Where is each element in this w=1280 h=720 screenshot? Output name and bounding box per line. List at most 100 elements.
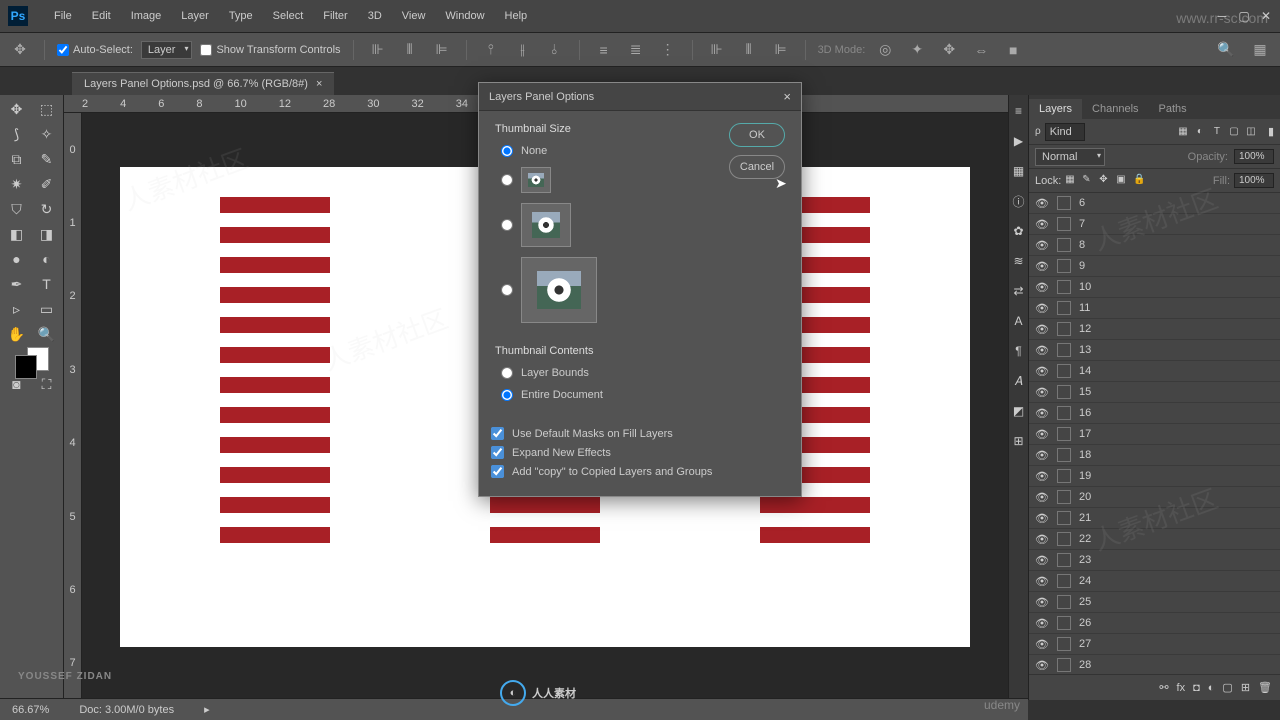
layer-row[interactable]: 👁7 <box>1029 214 1280 235</box>
filter-toggle-icon[interactable]: ▮ <box>1268 125 1274 138</box>
layer-row[interactable]: 👁17 <box>1029 424 1280 445</box>
panel-styles-icon[interactable]: ≋ <box>1011 253 1027 269</box>
filter-image-icon[interactable]: ▦ <box>1176 125 1190 139</box>
layer-row[interactable]: 👁10 <box>1029 277 1280 298</box>
delete-layer-icon[interactable]: 🗑 <box>1258 681 1272 694</box>
align-right-icon[interactable]: ⊫ <box>430 38 454 62</box>
move-tool-icon[interactable]: ✥ <box>8 38 32 62</box>
blend-mode-dropdown[interactable]: Normal <box>1035 148 1105 166</box>
move-tool-icon[interactable]: ✥ <box>2 97 31 121</box>
visibility-icon[interactable]: 👁 <box>1035 470 1049 483</box>
lock-all-icon[interactable]: 🔒 <box>1133 174 1147 188</box>
layers-list[interactable]: 👁6👁7👁8👁9👁10👁11👁12👁13👁14👁15👁16👁17👁18👁19👁2… <box>1029 193 1280 674</box>
layer-row[interactable]: 👁8 <box>1029 235 1280 256</box>
panel-char-icon[interactable]: A <box>1011 313 1027 329</box>
fill-input[interactable]: 100% <box>1234 173 1274 188</box>
align-center-icon[interactable]: ⫴ <box>398 38 422 62</box>
foreground-color[interactable] <box>15 355 37 379</box>
layer-bounds-radio[interactable] <box>501 367 513 379</box>
tab-close-icon[interactable]: × <box>316 78 322 90</box>
menu-help[interactable]: Help <box>495 10 538 22</box>
menu-view[interactable]: View <box>392 10 436 22</box>
distribute-v1-icon[interactable]: ⊪ <box>705 38 729 62</box>
visibility-icon[interactable]: 👁 <box>1035 554 1049 567</box>
document-tab[interactable]: Layers Panel Options.psd @ 66.7% (RGB/8#… <box>72 72 334 95</box>
color-swatches[interactable] <box>2 347 61 371</box>
visibility-icon[interactable]: 👁 <box>1035 512 1049 525</box>
pen-tool-icon[interactable]: ✒ <box>2 272 31 296</box>
layer-group-icon[interactable]: ▢ <box>1222 681 1232 694</box>
stamp-tool-icon[interactable]: ⛉ <box>2 197 31 221</box>
menu-image[interactable]: Image <box>121 10 172 22</box>
layer-row[interactable]: 👁6 <box>1029 193 1280 214</box>
zoom-level[interactable]: 66.67% <box>12 704 49 716</box>
opacity-input[interactable]: 100% <box>1234 149 1274 164</box>
eyedropper-tool-icon[interactable]: ✎ <box>32 147 61 171</box>
distribute-v2-icon[interactable]: ⫴ <box>737 38 761 62</box>
layer-fx-icon[interactable]: fx <box>1177 682 1186 694</box>
3d-zoom-icon[interactable]: ■ <box>1001 38 1025 62</box>
visibility-icon[interactable]: 👁 <box>1035 638 1049 651</box>
visibility-icon[interactable]: 👁 <box>1035 218 1049 231</box>
layer-row[interactable]: 👁25 <box>1029 592 1280 613</box>
visibility-icon[interactable]: 👁 <box>1035 449 1049 462</box>
panel-libraries-icon[interactable]: ▦ <box>1011 163 1027 179</box>
search-icon[interactable]: 🔍 <box>1214 38 1238 62</box>
tab-layers[interactable]: Layers <box>1029 99 1082 119</box>
layer-row[interactable]: 👁15 <box>1029 382 1280 403</box>
gradient-tool-icon[interactable]: ◨ <box>32 222 61 246</box>
visibility-icon[interactable]: 👁 <box>1035 344 1049 357</box>
new-layer-icon[interactable]: ⊞ <box>1241 681 1250 694</box>
layer-row[interactable]: 👁27 <box>1029 634 1280 655</box>
panel-color-icon[interactable]: ≡ <box>1011 103 1027 119</box>
visibility-icon[interactable]: 👁 <box>1035 428 1049 441</box>
visibility-icon[interactable]: 👁 <box>1035 659 1049 672</box>
panel-adjustments-icon[interactable]: ⓘ <box>1011 193 1027 209</box>
menu-3d[interactable]: 3D <box>358 10 392 22</box>
menu-window[interactable]: Window <box>435 10 494 22</box>
hand-tool-icon[interactable]: ✋ <box>2 322 31 346</box>
blur-tool-icon[interactable]: ● <box>2 247 31 271</box>
layer-row[interactable]: 👁19 <box>1029 466 1280 487</box>
menu-layer[interactable]: Layer <box>171 10 219 22</box>
lasso-tool-icon[interactable]: ⟆ <box>2 122 31 146</box>
filter-smart-icon[interactable]: ◫ <box>1244 125 1258 139</box>
doc-info[interactable]: Doc: 3.00M/0 bytes <box>79 704 174 716</box>
distribute-h2-icon[interactable]: ≣ <box>624 38 648 62</box>
align-bottom-icon[interactable]: ⫰ <box>543 38 567 62</box>
workspace-icon[interactable]: ▦ <box>1248 38 1272 62</box>
zoom-tool-icon[interactable]: 🔍 <box>32 322 61 346</box>
panel-brushes-icon[interactable]: ✿ <box>1011 223 1027 239</box>
align-left-icon[interactable]: ⊪ <box>366 38 390 62</box>
visibility-icon[interactable]: 👁 <box>1035 239 1049 252</box>
menu-type[interactable]: Type <box>219 10 263 22</box>
distribute-h3-icon[interactable]: ⋮ <box>656 38 680 62</box>
filter-shape-icon[interactable]: ▢ <box>1227 125 1241 139</box>
panel-para-icon[interactable]: ¶ <box>1011 343 1027 359</box>
visibility-icon[interactable]: 👁 <box>1035 596 1049 609</box>
3d-roll-icon[interactable]: ✦ <box>905 38 929 62</box>
align-top-icon[interactable]: ⫯ <box>479 38 503 62</box>
menu-edit[interactable]: Edit <box>82 10 121 22</box>
marquee-tool-icon[interactable]: ⬚ <box>32 97 61 121</box>
thumb-medium-radio[interactable] <box>501 219 513 231</box>
visibility-icon[interactable]: 👁 <box>1035 617 1049 630</box>
panel-glyph-icon[interactable]: 𝐴 <box>1011 373 1027 389</box>
layer-row[interactable]: 👁16 <box>1029 403 1280 424</box>
auto-select-dropdown[interactable]: Layer <box>141 41 193 59</box>
path-tool-icon[interactable]: ▹ <box>2 297 31 321</box>
layer-row[interactable]: 👁13 <box>1029 340 1280 361</box>
visibility-icon[interactable]: 👁 <box>1035 407 1049 420</box>
layer-row[interactable]: 👁22 <box>1029 529 1280 550</box>
layer-row[interactable]: 👁18 <box>1029 445 1280 466</box>
entire-document-radio[interactable] <box>501 389 513 401</box>
layer-row[interactable]: 👁11 <box>1029 298 1280 319</box>
visibility-icon[interactable]: 👁 <box>1035 365 1049 378</box>
use-default-masks-checkbox[interactable] <box>491 427 504 440</box>
panel-grid-icon[interactable]: ⊞ <box>1011 433 1027 449</box>
visibility-icon[interactable]: 👁 <box>1035 197 1049 210</box>
eraser-tool-icon[interactable]: ◧ <box>2 222 31 246</box>
dodge-tool-icon[interactable]: ◐ <box>32 247 61 271</box>
lock-pixels-icon[interactable]: ✎ <box>1082 174 1096 188</box>
auto-select-checkbox[interactable] <box>57 44 69 56</box>
